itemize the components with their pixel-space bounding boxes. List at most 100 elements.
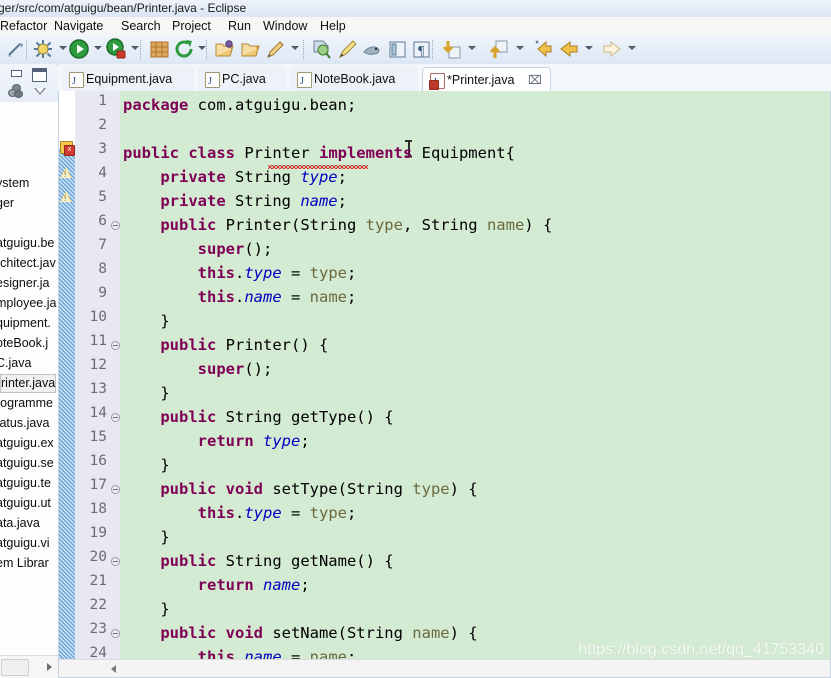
package-explorer-item[interactable]: tatus.java [0,414,50,433]
back-icon[interactable] [558,38,581,61]
menu-item-run[interactable]: Run [224,17,255,35]
package-explorer-item[interactable]: rogramme [0,394,53,413]
package-explorer-item[interactable]: ger [0,194,14,213]
package-explorer-item[interactable]: oteBook.j [0,334,48,353]
package-explorer-item[interactable]: atguigu.te [0,474,51,493]
package-explorer-item[interactable]: atguigu.se [0,454,54,473]
coverage-icon[interactable] [105,38,128,61]
package-explorer-item[interactable]: ystem [0,174,29,193]
restore-perspective-icon[interactable] [386,38,409,61]
menu-item-project[interactable]: Project [168,17,215,35]
view-menu-icon[interactable] [34,88,46,95]
edit-icon[interactable] [264,38,287,61]
fold-toggle-icon[interactable] [111,629,120,638]
bird-icon[interactable] [360,38,383,61]
package-explorer-item[interactable]: rchitect.jav [0,254,56,273]
minimize-view-icon[interactable] [10,69,23,79]
last-edit-location-icon[interactable] [533,38,556,61]
external-tools-dropdown-arrow[interactable] [198,46,207,53]
coverage-dropdown-arrow[interactable] [131,46,140,53]
next-annotation-icon[interactable] [440,38,463,61]
menu-item-help[interactable]: Help [316,17,350,35]
menu-item-search[interactable]: Search [117,17,165,35]
code-token: ; [346,264,357,282]
code-token: = [281,288,310,306]
folding-ruler[interactable] [111,91,120,677]
paragraph-icon[interactable]: ¶ [410,38,433,61]
code-token: , String [402,216,487,234]
package-explorer-item[interactable]: atguigu.ex [0,434,54,453]
back-dropdown-arrow[interactable] [585,46,594,53]
package-explorer-tree[interactable]: ystemger atguigu.berchitect.javesigner.ja… [0,102,58,656]
code-token: . [234,504,245,522]
package-explorer-item[interactable]: rinter.java [0,374,57,393]
tab-close-icon[interactable]: ⌧ [528,68,542,92]
external-tools-icon[interactable] [173,38,196,61]
scroll-thumb[interactable] [1,659,29,676]
code-token: implements [318,144,413,162]
package-explorer-item[interactable]: em Librar [0,554,49,573]
package-explorer-item[interactable]: ata.java [0,514,40,533]
line-number: 17 [89,477,107,493]
editor-tab-label: NoteBook.java [314,72,396,86]
editor-tab[interactable]: *Printer.java ⌧ [422,67,551,95]
toggle-mark-occurrences-icon[interactable] [4,38,27,61]
forward-icon[interactable] [600,38,623,61]
previous-annotation-icon[interactable] [487,38,510,61]
line-number: 4 [98,165,107,181]
package-explorer-item[interactable]: atguigu.vi [0,534,50,553]
link-with-editor-icon[interactable] [8,84,23,98]
package-explorer-item[interactable]: C.java [0,354,31,373]
warning-marker-icon[interactable]: ! [60,191,74,205]
line-number: 22 [89,597,107,613]
package-explorer-item[interactable]: quipment. [0,314,51,333]
package-explorer-item[interactable]: mployee.ja [0,294,56,313]
scroll-right-arrow-icon[interactable] [47,663,52,671]
editor-tab[interactable]: PC.java [198,67,286,94]
previous-annotation-dropdown-arrow[interactable] [516,46,525,53]
run-icon[interactable] [68,38,91,61]
package-explorer-item[interactable]: atguigu.be [0,234,54,253]
debug-dropdown-arrow[interactable] [59,46,68,53]
open-type-icon[interactable] [214,38,237,61]
search-icon[interactable] [310,38,333,61]
code-token: package [123,96,189,114]
line-number: 12 [89,357,107,373]
warning-marker-icon[interactable]: ! [60,167,74,181]
line-number: 1 [98,93,107,109]
editor-tab[interactable]: NoteBook.java [290,67,418,94]
fold-toggle-icon[interactable] [111,485,120,494]
menu-item-refactor[interactable]: Refactor [0,17,51,35]
maximize-view-icon[interactable] [32,68,47,82]
code-token: this [197,264,235,282]
menu-item-navigate[interactable]: Navigate [50,17,107,35]
package-explorer-item[interactable]: atguigu.ut [0,494,51,513]
edit-dropdown-arrow[interactable] [291,46,300,53]
code-canvas[interactable]: package com.atguigu.bean; public class Pr… [120,91,830,677]
debug-icon[interactable] [32,38,55,61]
pencil-icon[interactable] [337,38,360,61]
forward-dropdown-arrow[interactable] [628,46,637,53]
fold-toggle-icon[interactable] [111,341,120,350]
open-task-icon[interactable] [240,38,263,61]
marker-ruler[interactable]: x ! ! [59,91,75,677]
fold-toggle-icon[interactable] [111,557,120,566]
next-annotation-dropdown-arrow[interactable] [468,46,477,53]
package-explorer-item[interactable]: esigner.ja [0,274,50,293]
new-package-icon[interactable] [148,38,171,61]
code-token: super [197,240,245,258]
editor-tab[interactable]: Equipment.java [62,67,194,94]
editor-hscrollbar[interactable] [59,659,830,677]
code-token: ; [337,168,347,186]
fold-toggle-icon[interactable] [111,221,120,230]
error-marker-icon[interactable]: x [60,141,75,156]
toolbar-separator [303,40,305,59]
scroll-left-arrow-icon[interactable] [111,665,116,673]
code-token: String [225,192,301,210]
package-explorer-hscrollbar[interactable] [0,655,58,678]
fold-toggle-icon[interactable] [111,413,120,422]
menu-item-window[interactable]: Window [259,17,311,35]
run-dropdown-arrow[interactable] [94,46,103,53]
